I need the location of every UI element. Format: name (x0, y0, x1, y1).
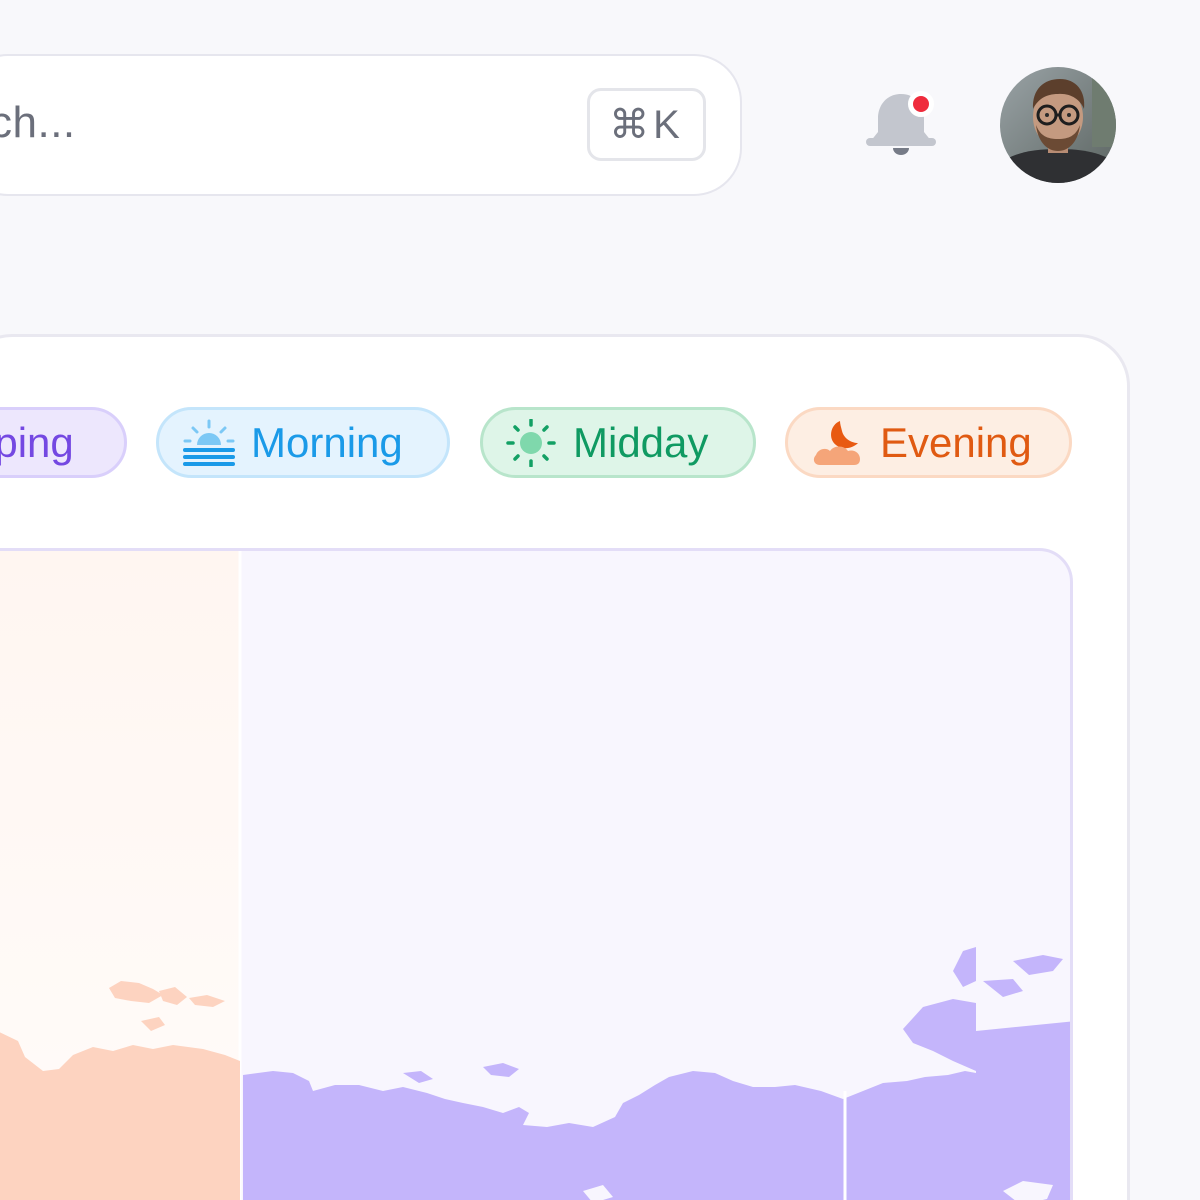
filter-morning[interactable]: Morning (156, 407, 450, 478)
filter-morning-label: Morning (251, 418, 403, 466)
filter-evening-label: Evening (880, 418, 1032, 466)
world-map[interactable] (0, 548, 1073, 1200)
sunrise-icon (183, 419, 235, 466)
notification-badge (908, 91, 934, 117)
user-avatar[interactable] (1000, 67, 1116, 183)
search-input[interactable]: ch... (0, 98, 76, 148)
keyboard-shortcut-badge: ⌘K (587, 88, 706, 161)
filter-sleeping[interactable]: eping (0, 407, 127, 478)
filter-sleeping-label: eping (0, 418, 74, 466)
sun-icon (506, 418, 556, 467)
moon-cloud-icon (813, 420, 860, 465)
land-highlighted-region (243, 947, 1070, 1200)
filter-midday-label: Midday (573, 418, 709, 466)
filter-midday[interactable]: Midday (480, 407, 756, 478)
filter-evening[interactable]: Evening (785, 407, 1072, 478)
